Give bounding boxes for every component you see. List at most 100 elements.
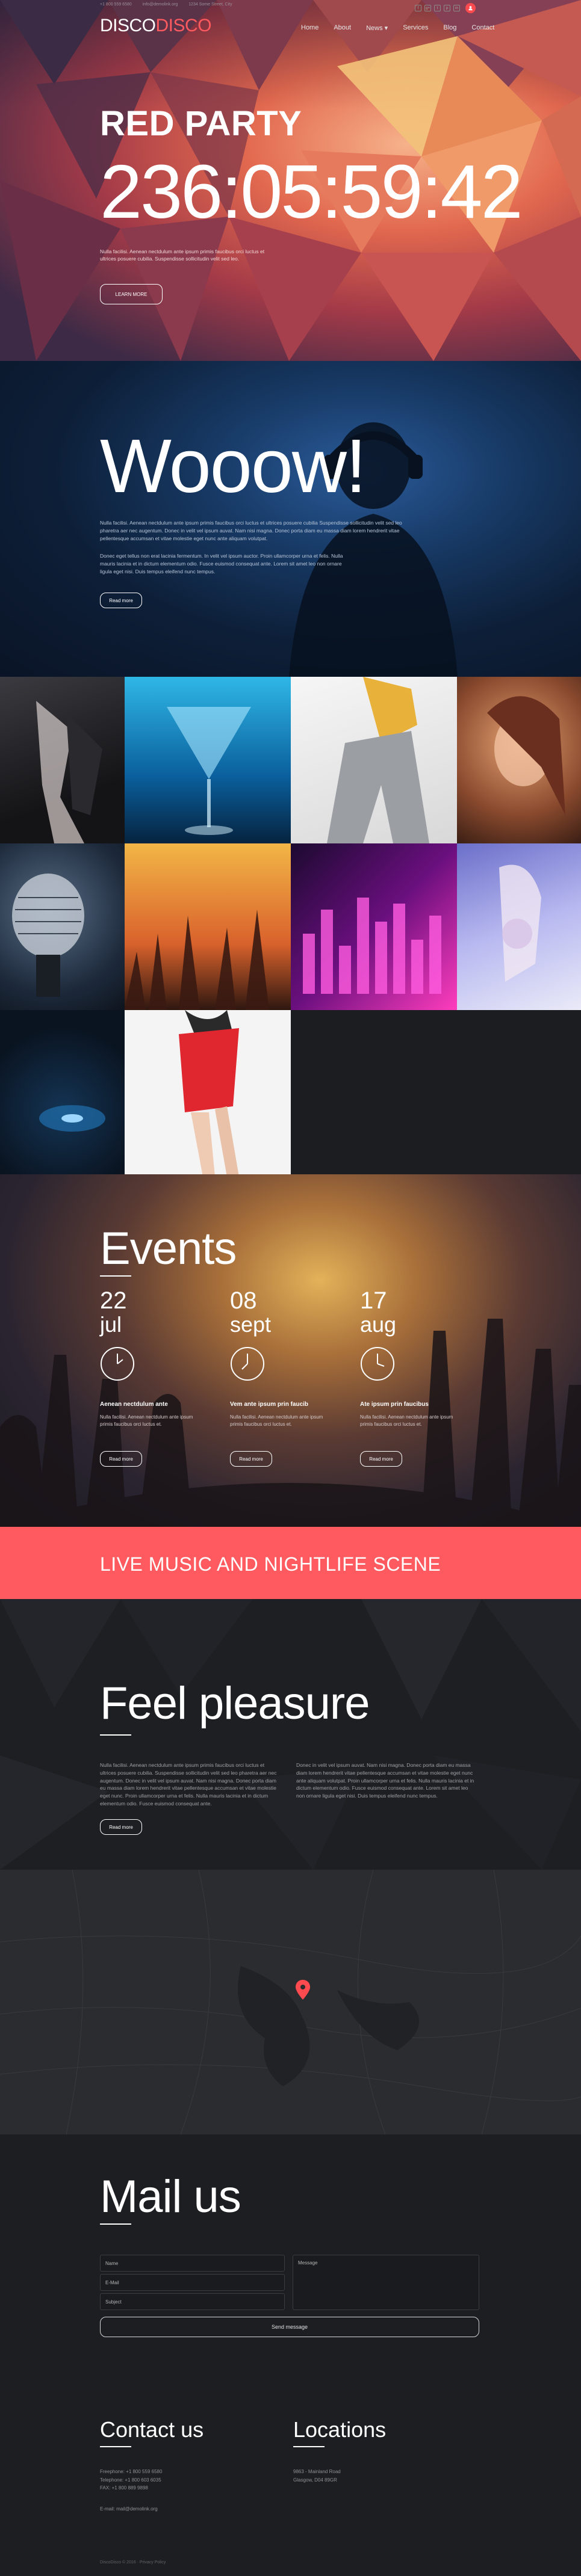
event-description: Nulla facilisi. Aenean nectdulum ante ip… bbox=[360, 1414, 453, 1427]
dj-deck-photo[interactable] bbox=[0, 1010, 125, 1177]
feel-pleasure-underline bbox=[100, 1734, 131, 1736]
location-map[interactable] bbox=[0, 1870, 581, 2134]
hero-section: RED PARTY 236:05:59:42 Nulla facilisi. A… bbox=[0, 0, 581, 361]
subject-field[interactable] bbox=[100, 2293, 285, 2310]
map-canvas bbox=[0, 1870, 581, 2134]
clock-icon bbox=[231, 1347, 264, 1381]
header-phone[interactable]: +1 800 559 6580 bbox=[100, 2, 132, 7]
pinterest-icon[interactable]: p bbox=[444, 5, 450, 11]
wooow-title: Wooow! bbox=[100, 424, 367, 508]
events-title-underline bbox=[100, 1275, 131, 1277]
mail-title: Mail us bbox=[100, 2171, 241, 2222]
feel-pleasure-column-1: Nulla facilisi. Aenean nectdulum ante ip… bbox=[100, 1762, 277, 1807]
woman-portrait-photo[interactable] bbox=[457, 677, 581, 843]
logo[interactable]: DISCODISCO bbox=[100, 16, 212, 36]
freephone: Freephone: +1 800 559 6580 bbox=[100, 2469, 163, 2474]
clock-icon bbox=[101, 1347, 134, 1381]
locations-underline bbox=[293, 2446, 325, 2447]
feel-pleasure-column-2: Donec in velit vel ipsum auvat. Nam nisi… bbox=[296, 1762, 474, 1799]
event-month: jul bbox=[100, 1312, 122, 1337]
message-field[interactable] bbox=[293, 2255, 479, 2310]
event-read-more-button[interactable]: Read more bbox=[100, 1451, 142, 1467]
header-contacts: +1 800 559 6580 info@demolink.org 1234 S… bbox=[100, 2, 232, 7]
twitter-icon[interactable]: t bbox=[434, 5, 441, 11]
top-bar: +1 800 559 6580 info@demolink.org 1234 S… bbox=[0, 0, 581, 43]
linkedin-icon[interactable]: in bbox=[453, 5, 460, 11]
telephone: Telephone: +1 800 603 6035 bbox=[100, 2477, 161, 2483]
event-day: 22 bbox=[100, 1287, 127, 1314]
nav-blog[interactable]: Blog bbox=[443, 24, 456, 32]
copyright: DiscoDisco © 2016 · Privacy Policy bbox=[100, 2560, 166, 2565]
live-music-banner: LIVE MUSIC AND NIGHTLIFE SCENE bbox=[0, 1527, 581, 1599]
triangle-background bbox=[0, 1599, 581, 1870]
wooow-paragraph-1: Nulla facilisi. Aenean nectdulum ante ip… bbox=[100, 520, 402, 541]
dancer-legs-photo[interactable] bbox=[0, 677, 125, 843]
clock-icon bbox=[361, 1347, 394, 1381]
crowd-hands-photo[interactable] bbox=[125, 843, 291, 1010]
user-icon[interactable] bbox=[465, 3, 476, 13]
event-day: 17 bbox=[360, 1287, 387, 1314]
header-address: 1234 Some Street, City bbox=[188, 2, 232, 7]
event-card: 22 jul Aenean nectdulum ante Nulla facil… bbox=[100, 1289, 220, 1467]
contact-us-underline bbox=[100, 2446, 131, 2447]
wooow-section: Wooow! Nulla facilisi. Aenean nectdulum … bbox=[0, 361, 581, 677]
fax: FAX: +1 800 889 9898 bbox=[100, 2485, 148, 2491]
facebook-icon[interactable]: f bbox=[415, 5, 421, 11]
mail-title-underline bbox=[100, 2223, 131, 2225]
event-card: 17 aug Ate ipsum prin faucibus Nulla fac… bbox=[360, 1289, 480, 1467]
email-field[interactable] bbox=[100, 2274, 285, 2291]
contact-phones: Freephone: +1 800 559 6580 Telephone: +1… bbox=[100, 2468, 162, 2492]
red-dress-photo[interactable] bbox=[125, 1010, 291, 1177]
map-pin-icon[interactable] bbox=[296, 1980, 310, 2000]
event-name: Aenean nectdulum ante bbox=[100, 1401, 168, 1408]
hero-description: Nulla facilisi. Aenean nectdulum ante ip… bbox=[100, 248, 265, 262]
header-email[interactable]: info@demolink.org bbox=[143, 2, 178, 7]
banner-text: LIVE MUSIC AND NIGHTLIFE SCENE bbox=[100, 1553, 441, 1575]
equalizer-lights-photo[interactable] bbox=[291, 843, 457, 1010]
event-read-more-button[interactable]: Read more bbox=[360, 1451, 402, 1467]
send-message-button[interactable]: Send message bbox=[100, 2317, 479, 2337]
footer-email-link[interactable]: E-mail: mail@demolink.org bbox=[100, 2505, 158, 2513]
nav-news[interactable]: News ▾ bbox=[366, 24, 388, 32]
google-plus-icon[interactable]: g+ bbox=[424, 5, 431, 11]
mail-section: Mail us Send message bbox=[0, 2134, 581, 2417]
event-read-more-button[interactable]: Read more bbox=[230, 1451, 272, 1467]
dancer-jeans-photo[interactable] bbox=[291, 677, 457, 843]
address-line-1: 9863 - Mainland Road bbox=[293, 2469, 341, 2474]
events-title: Events bbox=[100, 1223, 237, 1274]
feel-pleasure-title: Feel pleasure bbox=[100, 1678, 370, 1729]
nav-about[interactable]: About bbox=[334, 24, 351, 32]
locations-title: Locations bbox=[293, 2417, 387, 2442]
social-links: f g+ t p in bbox=[415, 3, 476, 13]
countdown-timer: 236:05:59:42 bbox=[100, 149, 523, 234]
logo-part2: DISCO bbox=[155, 16, 212, 35]
event-name: Ate ipsum prin faucibus bbox=[360, 1401, 429, 1408]
footer: Contact us Freephone: +1 800 559 6580 Te… bbox=[0, 2417, 581, 2576]
address: 9863 - Mainland Road Glasgow, D04 89GR bbox=[293, 2468, 341, 2484]
logo-part1: DISCO bbox=[100, 16, 156, 35]
event-day: 08 bbox=[230, 1287, 257, 1314]
wooow-read-more-button[interactable]: Read more bbox=[100, 593, 142, 608]
event-month: aug bbox=[360, 1312, 397, 1337]
contact-us-title: Contact us bbox=[100, 2417, 204, 2442]
singer-glitter-photo[interactable] bbox=[457, 843, 581, 1010]
main-nav: Home About News ▾ Services Blog Contact bbox=[301, 24, 494, 32]
event-name: Vem ante ipsum prin faucib bbox=[230, 1401, 309, 1408]
photo-gallery bbox=[0, 677, 581, 1177]
address-line-2: Glasgow, D04 89GR bbox=[293, 2477, 337, 2483]
name-field[interactable] bbox=[100, 2255, 285, 2272]
nav-services[interactable]: Services bbox=[403, 24, 428, 32]
events-section: Events 22 jul Aenean nectdulum ante Null… bbox=[0, 1174, 581, 1527]
nav-contact[interactable]: Contact bbox=[471, 24, 494, 32]
microphone-photo[interactable] bbox=[0, 843, 125, 1010]
learn-more-button[interactable]: LEARN MORE bbox=[100, 284, 163, 304]
event-card: 08 sept Vem ante ipsum prin faucib Nulla… bbox=[230, 1289, 350, 1467]
event-description: Nulla facilisi. Aenean nectdulum ante ip… bbox=[100, 1414, 193, 1427]
event-description: Nulla facilisi. Aenean nectdulum ante ip… bbox=[230, 1414, 323, 1427]
wooow-paragraph-2: Donec eget tellus non erat lacinia ferme… bbox=[100, 553, 343, 575]
event-month: sept bbox=[230, 1312, 272, 1337]
cocktail-glass-photo[interactable] bbox=[125, 677, 291, 843]
feel-pleasure-section: Feel pleasure Nulla facilisi. Aenean nec… bbox=[0, 1599, 581, 1870]
feel-pleasure-read-more-button[interactable]: Read more bbox=[100, 1819, 142, 1835]
nav-home[interactable]: Home bbox=[301, 24, 318, 32]
